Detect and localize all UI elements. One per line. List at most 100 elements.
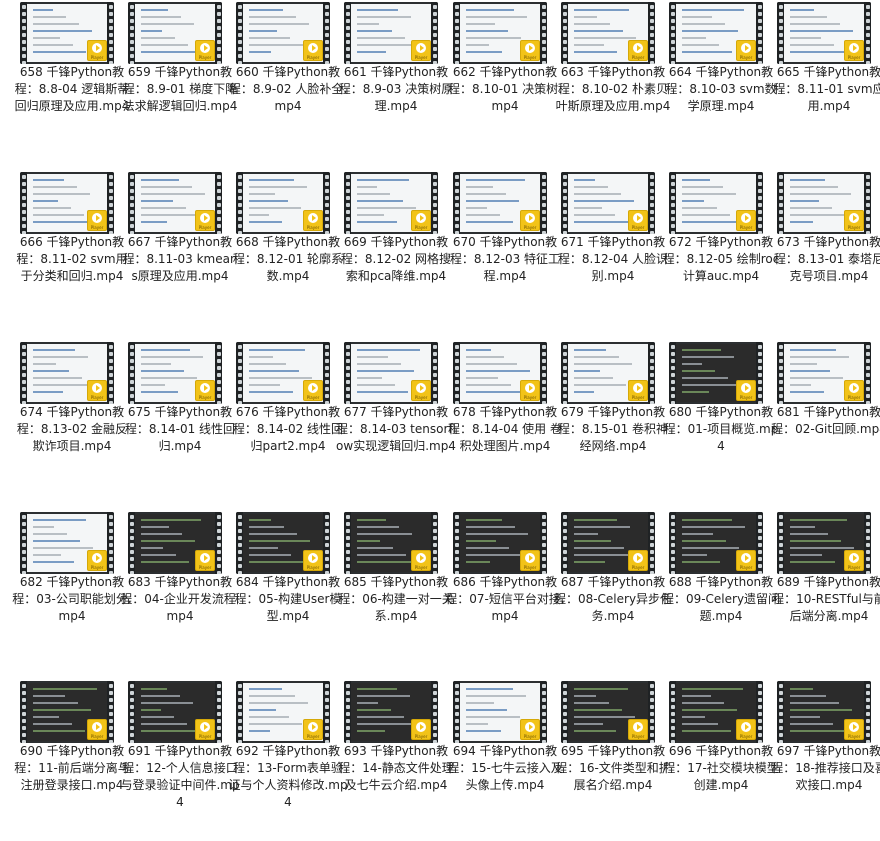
file-item[interactable]: Player 669 千锋Python教程：8.12-02 网格搜索和pca降维.… <box>341 172 451 332</box>
player-badge: Player <box>736 550 756 571</box>
video-thumbnail[interactable]: Player <box>777 342 871 404</box>
file-item[interactable]: Player 673 千锋Python教程：8.13-01 泰塔尼克号项目.mp4 <box>774 172 880 332</box>
video-thumbnail[interactable]: Player <box>236 342 330 404</box>
video-thumbnail[interactable]: Player <box>236 512 330 574</box>
player-badge-label: Player <box>306 565 320 570</box>
video-thumbnail[interactable]: Player <box>236 2 330 64</box>
video-thumbnail[interactable]: Player <box>561 2 655 64</box>
file-item[interactable]: Player 660 千锋Python教程：8.9-02 人脸补全.mp4 <box>229 2 347 162</box>
file-item[interactable]: Player 663 千锋Python教程：8.10-02 朴素贝叶斯原理及应用.… <box>556 2 670 162</box>
file-item[interactable]: Player 668 千锋Python教程：8.12-01 轮廓系数.mp4 <box>233 172 343 332</box>
file-caption: 683 千锋Python教程：04-企业开发流程.mp4 <box>120 575 240 623</box>
video-thumbnail[interactable]: Player <box>20 681 114 743</box>
video-thumbnail[interactable]: Player <box>453 512 547 574</box>
video-thumbnail[interactable]: Player <box>777 512 871 574</box>
video-thumbnail[interactable]: Player <box>777 172 871 234</box>
file-caption: 693 千锋Python教程：14-静态文件处理及七牛云介绍.mp4 <box>338 744 454 792</box>
video-thumbnail[interactable]: Player <box>128 681 222 743</box>
file-item[interactable]: Player 678 千锋Python教程：8.14-04 使用 卷积处理图片.m… <box>448 342 562 502</box>
file-item[interactable]: Player 689 千锋Python教程：10-RESTful与前后端分离.mp… <box>772 512 880 672</box>
video-thumbnail[interactable]: Player <box>20 2 114 64</box>
film-perforation <box>323 512 330 574</box>
video-thumbnail[interactable]: Player <box>344 172 438 234</box>
player-badge-label: Player <box>306 395 320 400</box>
file-item[interactable]: Player 694 千锋Python教程：15-七牛云接入及头像上传.mp4 <box>447 681 563 841</box>
file-item[interactable]: Player 687 千锋Python教程：08-Celery异步任务.mp4 <box>554 512 672 672</box>
file-item[interactable]: Player 680 千锋Python教程：01-项目概览.mp4 <box>664 342 778 502</box>
file-item[interactable]: Player 686 千锋Python教程：07-短信平台对接.mp4 <box>445 512 565 672</box>
file-caption: 697 千锋Python教程：18-推荐接口及喜欢接口.mp4 <box>771 744 880 792</box>
file-item[interactable]: Player 682 千锋Python教程：03-公司职能划分.mp4 <box>12 512 132 672</box>
video-thumbnail[interactable]: Player <box>777 681 871 743</box>
video-thumbnail[interactable]: Player <box>669 681 763 743</box>
file-item[interactable]: Player 664 千锋Python教程：8.10-03 svm数学原理.mp4 <box>665 2 777 162</box>
video-thumbnail[interactable]: Player <box>561 681 655 743</box>
film-perforation <box>236 342 243 404</box>
file-caption: 666 千锋Python教程：8.11-02 svm用于分类和回归.mp4 <box>16 235 128 283</box>
film-perforation <box>215 2 222 64</box>
video-thumbnail[interactable]: Player <box>669 2 763 64</box>
file-item[interactable]: Player 692 千锋Python教程：13-Form表单验证与个人资料修改.… <box>228 681 348 841</box>
file-item[interactable]: Player 661 千锋Python教程：8.9-03 决策树原理.mp4 <box>339 2 453 162</box>
video-thumbnail[interactable]: Player <box>236 172 330 234</box>
file-item[interactable]: Player 665 千锋Python教程：8.11-01 svm应用.mp4 <box>773 2 880 162</box>
file-item[interactable]: Player 676 千锋Python教程：8.14-02 线性回归part2.m… <box>233 342 343 502</box>
video-thumbnail[interactable]: Player <box>453 2 547 64</box>
file-item[interactable]: Player 679 千锋Python教程：8.15-01 卷积神经网络.mp4 <box>558 342 668 502</box>
file-item[interactable]: Player 688 千锋Python教程：09-Celery遗留问题.mp4 <box>662 512 780 672</box>
file-item[interactable]: Player 684 千锋Python教程：05-构建User模型.mp4 <box>234 512 342 672</box>
video-thumbnail[interactable]: Player <box>561 172 655 234</box>
player-badge: Player <box>520 719 540 740</box>
file-item[interactable]: Player 697 千锋Python教程：18-推荐接口及喜欢接口.mp4 <box>771 681 880 841</box>
film-perforation <box>864 342 871 404</box>
file-item[interactable]: Player 691 千锋Python教程：12-个人信息接口与登录验证中间件.m… <box>120 681 240 841</box>
player-badge: Player <box>87 719 107 740</box>
video-thumbnail[interactable]: Player <box>777 2 871 64</box>
video-thumbnail[interactable]: Player <box>561 342 655 404</box>
film-perforation <box>128 681 135 743</box>
file-item[interactable]: Player 662 千锋Python教程：8.10-01 决策树.mp4 <box>448 2 562 162</box>
video-thumbnail[interactable]: Player <box>453 342 547 404</box>
video-thumbnail[interactable]: Player <box>453 172 547 234</box>
file-item[interactable]: Player 681 千锋Python教程：02-Git回顾.mp4 <box>771 342 880 502</box>
file-item[interactable]: Player 674 千锋Python教程：8.13-02 金融反欺诈项目.mp4 <box>17 342 127 502</box>
video-thumbnail[interactable]: Player <box>344 681 438 743</box>
video-thumbnail[interactable]: Player <box>236 681 330 743</box>
video-thumbnail[interactable]: Player <box>128 2 222 64</box>
video-thumbnail[interactable]: Player <box>20 342 114 404</box>
file-item[interactable]: Player 690 千锋Python教程：11-前后端分离与注册登录接口.mp4 <box>14 681 130 841</box>
video-thumbnail[interactable]: Player <box>344 342 438 404</box>
file-item[interactable]: Player 675 千锋Python教程：8.14-01 线性回归.mp4 <box>125 342 235 502</box>
video-thumbnail[interactable]: Player <box>669 172 763 234</box>
video-thumbnail[interactable]: Player <box>128 342 222 404</box>
video-thumbnail[interactable]: Player <box>20 172 114 234</box>
video-thumbnail[interactable]: Player <box>344 2 438 64</box>
file-item[interactable]: Player 677 千锋Python教程：8.14-03 tensorflow实… <box>336 342 456 502</box>
video-thumbnail[interactable]: Player <box>669 512 763 574</box>
file-caption: 663 千锋Python教程：8.10-02 朴素贝叶斯原理及应用.mp4 <box>555 65 671 113</box>
video-thumbnail[interactable]: Player <box>128 172 222 234</box>
file-item[interactable]: Player 670 千锋Python教程：8.12-03 特征工程.mp4 <box>450 172 560 332</box>
file-item[interactable]: Player 693 千锋Python教程：14-静态文件处理及七牛云介绍.mp4 <box>338 681 454 841</box>
player-badge-label: Player <box>739 395 753 400</box>
file-caption: 665 千锋Python教程：8.11-01 svm应用.mp4 <box>773 65 880 113</box>
file-item[interactable]: Player 685 千锋Python教程：06-构建一对一关系.mp4 <box>338 512 454 672</box>
video-thumbnail[interactable]: Player <box>20 512 114 574</box>
file-item[interactable]: Player 666 千锋Python教程：8.11-02 svm用于分类和回归.… <box>16 172 128 332</box>
file-item[interactable]: Player 667 千锋Python教程：8.11-03 kmeans原理及应用… <box>122 172 238 332</box>
film-perforation <box>561 681 568 743</box>
file-item[interactable]: Player 695 千锋Python教程：16-文件类型和扩展名介绍.mp4 <box>555 681 671 841</box>
file-item[interactable]: Player 672 千锋Python教程：8.12-05 绘制roc计算auc.… <box>663 172 779 332</box>
file-item[interactable]: Player 658 千锋Python教程：8.8-04 逻辑斯蒂回归原理及应用.… <box>15 2 129 162</box>
file-item[interactable]: Player 696 千锋Python教程：17-社交模块模型创建.mp4 <box>663 681 779 841</box>
video-thumbnail[interactable]: Player <box>453 681 547 743</box>
video-thumbnail[interactable]: Player <box>561 512 655 574</box>
file-item[interactable]: Player 671 千锋Python教程：8.12-04 人脸识别.mp4 <box>558 172 668 332</box>
video-thumbnail[interactable]: Player <box>669 342 763 404</box>
film-perforation <box>215 681 222 743</box>
video-thumbnail[interactable]: Player <box>344 512 438 574</box>
file-item[interactable]: Player 683 千锋Python教程：04-企业开发流程.mp4 <box>120 512 240 672</box>
player-badge-label: Player <box>631 55 645 60</box>
file-item[interactable]: Player 659 千锋Python教程：8.9-01 梯度下降法求解逻辑回归.… <box>123 2 237 162</box>
video-thumbnail[interactable]: Player <box>128 512 222 574</box>
